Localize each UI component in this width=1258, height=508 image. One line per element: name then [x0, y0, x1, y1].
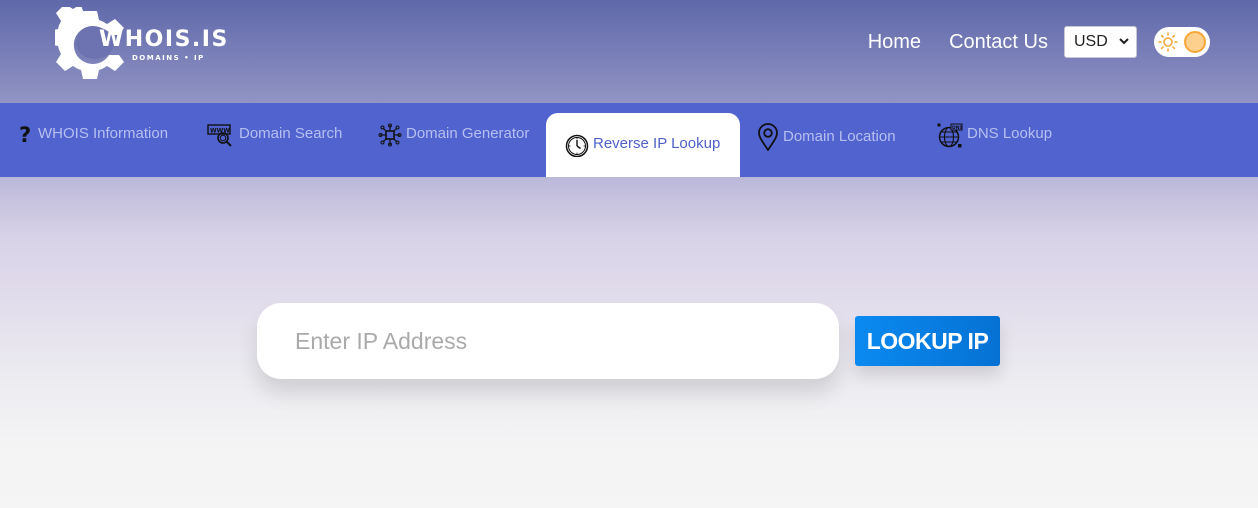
- tab-domain-search[interactable]: WWW Domain Search: [207, 103, 342, 177]
- sun-icon: [1158, 32, 1178, 57]
- tab-dns-lookup[interactable]: DNS DNS Lookup: [937, 103, 1052, 177]
- tab-label: DNS Lookup: [967, 125, 1053, 142]
- main-content: LOOKUP IP: [0, 177, 1258, 508]
- dns-globe-icon: DNS: [937, 123, 963, 149]
- tab-label: Reverse IP Lookup: [593, 135, 721, 152]
- svg-text:DNS: DNS: [952, 125, 963, 131]
- nav-home-link[interactable]: Home: [868, 31, 921, 54]
- top-nav: Home Contact Us USD: [868, 26, 1210, 58]
- logo[interactable]: WHOIS.IS DOMAINS • IP: [55, 7, 235, 79]
- brand-subtitle: DOMAINS • IP: [132, 54, 205, 62]
- site-header: WHOIS.IS DOMAINS • IP Home Contact Us US…: [0, 0, 1258, 103]
- www-search-icon: WWW: [207, 123, 235, 147]
- network-chip-icon: [378, 123, 402, 147]
- question-mark-icon: ?: [18, 123, 34, 145]
- tab-label: Domain Generator: [406, 125, 530, 142]
- tab-reverse-ip-lookup[interactable]: Reverse IP Lookup: [546, 113, 741, 177]
- currency-select[interactable]: USD: [1064, 26, 1137, 58]
- tab-label: WHOIS Information: [38, 125, 169, 142]
- ip-search-box: [257, 303, 839, 379]
- currency-value: USD: [1074, 33, 1108, 50]
- tool-tabs: ? WHOIS Information WWW Domain Search Do…: [0, 103, 1258, 177]
- lookup-ip-button[interactable]: LOOKUP IP: [855, 316, 1000, 366]
- svg-text:?: ?: [19, 123, 31, 145]
- ip-address-input[interactable]: [257, 303, 839, 379]
- nav-contact-link[interactable]: Contact Us: [949, 31, 1048, 54]
- clock-icon: [565, 133, 589, 157]
- theme-toggle[interactable]: [1154, 27, 1210, 57]
- tab-label: Domain Location: [783, 128, 896, 145]
- brand-title: WHOIS.IS: [99, 27, 229, 52]
- tab-domain-generator[interactable]: Domain Generator: [378, 103, 529, 177]
- tab-domain-location[interactable]: Domain Location: [757, 103, 896, 177]
- toggle-knob: [1184, 31, 1206, 53]
- chevron-down-icon: [1119, 37, 1129, 48]
- tab-label: Domain Search: [239, 125, 343, 142]
- map-pin-icon: [757, 123, 779, 151]
- tab-whois-information[interactable]: ? WHOIS Information: [18, 103, 168, 177]
